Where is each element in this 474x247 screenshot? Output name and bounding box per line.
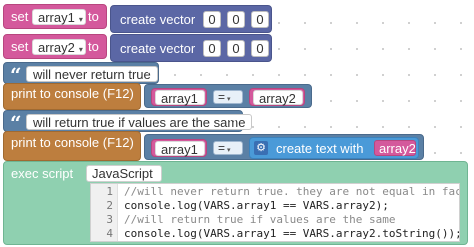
chevron-down-icon: ▾: [227, 147, 231, 154]
create-vector-block[interactable]: create vector 0 0 0: [110, 5, 272, 33]
line-number: 4: [106, 227, 113, 240]
vector-value-input[interactable]: 0: [203, 40, 221, 57]
operator-label: =: [218, 90, 226, 104]
code-text: console.log(VARS.array1 == VARS.array2.t…: [124, 227, 460, 240]
line-number: 2: [106, 199, 113, 212]
to-label: to: [88, 9, 99, 24]
print-label: print to console (F12): [11, 86, 134, 101]
create-vector-label: create vector: [120, 12, 196, 27]
code-line[interactable]: 1 //will never return true. they are not…: [91, 185, 459, 199]
comment-block[interactable]: “ will return true if values are the sam…: [3, 110, 253, 135]
vector-value-input[interactable]: 0: [251, 11, 269, 28]
set-array1-block[interactable]: set array1 ▾ to: [3, 4, 107, 29]
variable-dropdown-array1[interactable]: array1 ▾: [32, 9, 86, 25]
chevron-down-icon: ▾: [78, 45, 83, 54]
set-label: set: [11, 39, 29, 54]
set-array2-block[interactable]: set array2 ▾ to: [3, 34, 107, 59]
exec-script-label: exec script: [11, 166, 74, 181]
language-label: JavaScript: [92, 166, 153, 181]
quote-icon: “: [10, 111, 22, 135]
code-editor[interactable]: 1 //will never return true. they are not…: [90, 183, 460, 242]
code-line[interactable]: 3 //will return true if values are the s…: [91, 213, 459, 227]
variable-name: array2: [38, 40, 75, 55]
create-text-block[interactable]: ⚙ create text with array2: [249, 137, 419, 159]
create-vector-block[interactable]: create vector 0 0 0: [110, 34, 272, 62]
variable-name: array1: [38, 10, 75, 25]
variable-name: array1: [161, 142, 198, 157]
code-text: //will never return true. they are not e…: [124, 185, 460, 198]
vector-value-input[interactable]: 0: [203, 11, 221, 28]
variable-get-array2[interactable]: array2: [374, 140, 416, 156]
language-dropdown[interactable]: JavaScript: [86, 165, 162, 182]
print-label: print to console (F12): [11, 135, 134, 150]
set-label: set: [11, 9, 29, 24]
variable-get-array1[interactable]: array1: [151, 88, 207, 106]
quote-icon: ”: [228, 111, 240, 135]
chevron-down-icon: ▾: [227, 96, 231, 103]
compare-block[interactable]: array1 = ▾ array2: [144, 84, 312, 108]
create-vector-label: create vector: [120, 41, 196, 56]
to-label: to: [88, 39, 99, 54]
operator-dropdown[interactable]: = ▾: [213, 141, 243, 155]
chevron-down-icon: ▾: [78, 15, 83, 24]
code-text: console.log(VARS.array1 == VARS.array2);: [124, 199, 389, 212]
quote-icon: “: [10, 63, 22, 87]
variable-get-array2[interactable]: array2: [249, 88, 305, 106]
vector-value-input[interactable]: 0: [227, 40, 245, 57]
code-line[interactable]: 2 console.log(VARS.array1 == VARS.array2…: [91, 199, 459, 213]
variable-dropdown-array1[interactable]: array1: [155, 141, 205, 157]
variable-dropdown-array1[interactable]: array1: [155, 90, 205, 106]
create-text-label: create text with: [276, 141, 364, 156]
quote-icon: ”: [142, 63, 154, 87]
vector-value-input[interactable]: 0: [251, 40, 269, 57]
compare-block[interactable]: array1 = ▾ ⚙ create text with array2: [144, 134, 424, 160]
variable-name: array2: [259, 91, 296, 106]
line-number: 1: [106, 185, 113, 198]
print-to-console-block[interactable]: print to console (F12): [3, 131, 141, 161]
print-to-console-block[interactable]: print to console (F12): [3, 83, 141, 110]
line-number: 3: [106, 213, 113, 226]
variable-dropdown-array2[interactable]: array2 ▾: [32, 39, 86, 55]
code-line[interactable]: 4 console.log(VARS.array1 == VARS.array2…: [91, 227, 459, 241]
variable-get-array1[interactable]: array1: [151, 139, 207, 157]
variable-name: array1: [161, 91, 198, 106]
comment-text[interactable]: will never return true: [26, 66, 158, 82]
vector-value-input[interactable]: 0: [227, 11, 245, 28]
variable-name: array2: [379, 141, 416, 156]
code-text: //will return true if values are the sam…: [124, 213, 396, 226]
comment-text[interactable]: will return true if values are the same: [26, 114, 253, 130]
variable-dropdown-array2[interactable]: array2: [253, 90, 303, 106]
operator-dropdown[interactable]: = ▾: [213, 90, 243, 104]
gear-icon[interactable]: ⚙: [254, 141, 268, 155]
operator-label: =: [218, 141, 226, 155]
comment-block[interactable]: “ will never return true ”: [3, 62, 159, 87]
